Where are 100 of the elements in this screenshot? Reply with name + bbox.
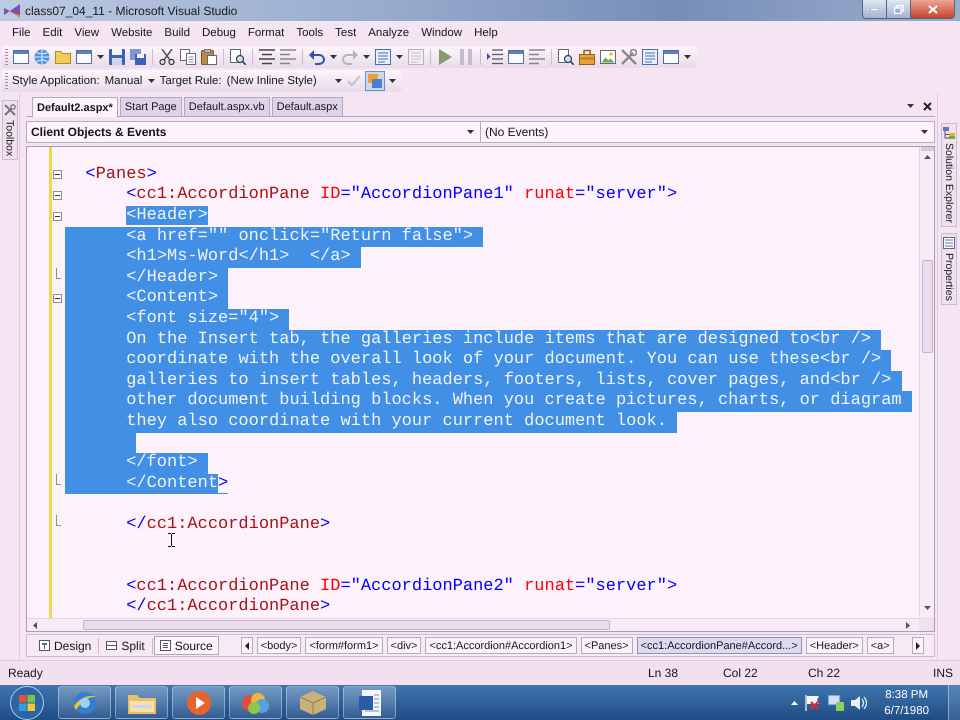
tag-breadcrumb[interactable]: <cc1:Accordion#Accordion1> <box>425 637 577 654</box>
side-panel-tab[interactable]: Properties <box>941 232 957 305</box>
toolbar-grip[interactable] <box>5 49 8 65</box>
window-icon[interactable] <box>663 49 679 65</box>
tag-breadcrumb[interactable]: <Header> <box>806 637 863 654</box>
object-dropdown[interactable]: Client Objects & Events <box>26 121 481 143</box>
menu-item[interactable]: Test <box>329 24 362 42</box>
caret-up-icon[interactable] <box>791 700 798 704</box>
window-icon[interactable] <box>76 49 92 65</box>
dropdown-arrow-icon[interactable] <box>396 55 403 59</box>
align-center-icon[interactable] <box>259 49 275 65</box>
dropdown-arrow-icon[interactable] <box>684 55 691 59</box>
side-panel-tab[interactable]: Toolbox <box>2 100 18 160</box>
tag-breadcrumb[interactable]: <div> <box>386 637 422 654</box>
taskbar-button[interactable] <box>115 686 168 719</box>
save-all-icon[interactable] <box>130 49 146 65</box>
clock-date[interactable]: 6/7/1980 <box>884 702 929 718</box>
menu-item[interactable]: Tools <box>290 24 330 42</box>
restore-button[interactable] <box>887 0 911 19</box>
collapse-icon[interactable] <box>53 191 62 200</box>
horizontal-scrollbar[interactable] <box>27 618 934 631</box>
scroll-left-button[interactable] <box>240 637 253 654</box>
tag-breadcrumb[interactable]: <form#form1> <box>305 637 383 654</box>
taskbar-button[interactable] <box>286 686 339 719</box>
network-icon[interactable] <box>828 694 844 710</box>
event-dropdown[interactable]: (No Events) <box>481 121 935 143</box>
scrollbar-thumb[interactable] <box>83 620 610 630</box>
menu-item[interactable]: View <box>68 24 106 42</box>
splitter-handle[interactable] <box>920 147 934 151</box>
speaker-icon[interactable] <box>851 696 868 710</box>
scroll-right-button[interactable] <box>912 637 924 654</box>
window-icon[interactable] <box>13 49 29 65</box>
align-left-icon[interactable] <box>529 49 545 65</box>
taskbar-button[interactable] <box>343 686 396 719</box>
scroll-right-arrow-icon[interactable] <box>906 622 910 628</box>
document-tab[interactable]: Default.aspx <box>272 97 343 116</box>
collapse-icon[interactable] <box>53 294 62 304</box>
menu-item[interactable]: Build <box>158 24 196 42</box>
vertical-scrollbar[interactable] <box>919 147 934 618</box>
tag-breadcrumb[interactable]: <Panes> <box>580 637 633 654</box>
menu-item[interactable]: Window <box>415 24 468 42</box>
view-tab[interactable]: Split <box>100 636 151 655</box>
folder-icon[interactable] <box>55 49 71 65</box>
menu-item[interactable]: Website <box>105 24 158 42</box>
flag-icon[interactable] <box>805 694 822 710</box>
document-icon[interactable] <box>375 49 391 65</box>
menu-item[interactable]: File <box>6 24 37 42</box>
view-tab[interactable]: Design <box>33 636 98 655</box>
tag-breadcrumb[interactable]: <body> <box>256 637 302 654</box>
menu-item[interactable]: Format <box>242 24 290 42</box>
taskbar-button[interactable] <box>58 686 111 719</box>
close-button[interactable] <box>911 0 955 19</box>
save-icon[interactable] <box>109 49 125 65</box>
scroll-left-arrow-icon[interactable] <box>33 622 37 628</box>
tag-breadcrumb[interactable]: <cc1:AccordionPane#Accord...> <box>636 637 802 654</box>
dropdown-arrow-icon[interactable] <box>388 79 396 83</box>
side-panel-tab[interactable]: Solution Explorer <box>941 123 957 227</box>
style-application-dropdown[interactable]: Manual <box>104 75 156 87</box>
document-icon[interactable] <box>642 49 658 65</box>
scrollbar-thumb[interactable] <box>922 260 932 353</box>
globe-icon[interactable] <box>34 49 50 65</box>
scissors-icon[interactable] <box>159 49 175 65</box>
menu-item[interactable]: Edit <box>36 24 68 42</box>
clipboard-icon[interactable] <box>201 49 217 65</box>
collapse-icon[interactable] <box>53 170 62 180</box>
find-icon[interactable] <box>558 49 574 65</box>
toolbox-icon[interactable] <box>579 49 595 65</box>
show-desktop-button[interactable] <box>948 685 960 720</box>
picture-icon[interactable] <box>600 49 616 65</box>
dropdown-arrow-icon[interactable] <box>363 55 370 59</box>
copy-icon[interactable] <box>180 49 196 65</box>
tools-icon[interactable] <box>621 49 637 65</box>
collapse-icon[interactable] <box>53 212 62 221</box>
menu-item[interactable]: Analyze <box>362 24 416 42</box>
align-left-icon[interactable] <box>280 49 296 65</box>
tag-breadcrumb[interactable]: <a> <box>866 637 894 654</box>
document-tab[interactable]: Default2.aspx* <box>32 97 118 117</box>
minimize-button[interactable] <box>862 0 887 19</box>
document-tab[interactable]: Default.aspx.vb <box>184 97 270 116</box>
taskbar-button[interactable] <box>172 686 225 719</box>
toolbar-grip[interactable] <box>5 73 8 89</box>
scroll-down-arrow-icon[interactable] <box>924 606 930 610</box>
indent-icon[interactable] <box>487 49 503 65</box>
close-icon[interactable] <box>923 102 932 110</box>
target-rule-dropdown[interactable]: (New Inline Style) <box>226 75 343 87</box>
view-tab[interactable]: Source <box>154 636 219 655</box>
undo-icon[interactable] <box>309 49 325 65</box>
taskbar-button[interactable] <box>229 686 282 719</box>
dropdown-arrow-icon[interactable] <box>97 55 104 59</box>
play-icon[interactable] <box>437 49 453 65</box>
tab-list-arrow-icon[interactable] <box>907 104 914 108</box>
scroll-up-arrow-icon[interactable] <box>924 155 930 159</box>
check-icon[interactable] <box>346 75 361 87</box>
menu-item[interactable]: Debug <box>196 24 242 42</box>
dropdown-arrow-icon[interactable] <box>330 55 337 59</box>
document-tab[interactable]: Start Page <box>120 97 182 116</box>
clock-time[interactable]: 8:38 PM <box>885 686 928 702</box>
find-icon[interactable] <box>230 49 246 65</box>
window-icon[interactable] <box>508 49 524 65</box>
menu-item[interactable]: Help <box>468 24 504 42</box>
